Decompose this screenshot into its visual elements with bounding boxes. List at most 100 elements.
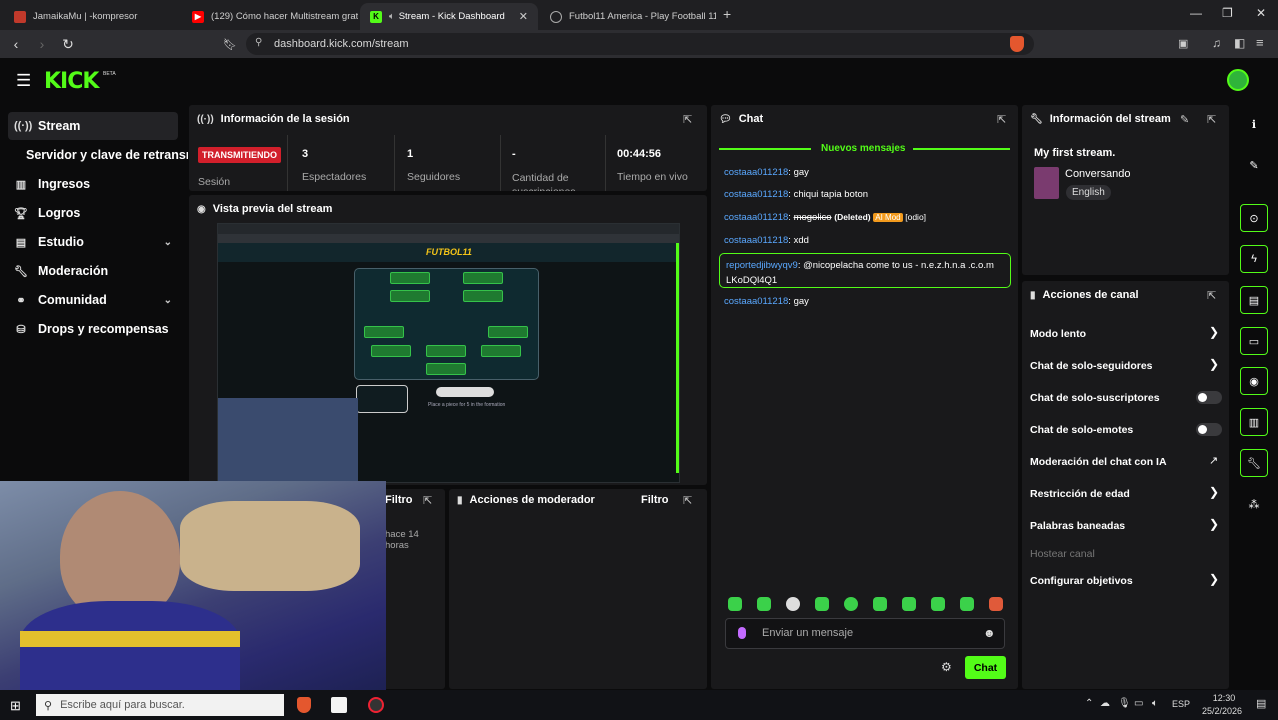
- windows-start-icon[interactable]: ⊞: [10, 698, 21, 714]
- chat-bubble-icon[interactable]: ▭: [1240, 327, 1268, 355]
- forward-icon[interactable]: ›: [31, 33, 53, 55]
- chat-message[interactable]: costaaa011218: gay: [724, 296, 809, 307]
- chat-username[interactable]: reportedjibwyqv9: [726, 260, 798, 271]
- menu-icon[interactable]: ≡: [1256, 35, 1264, 50]
- url-field[interactable]: ⚲ dashboard.kick.com/stream ⇗: [246, 33, 1034, 55]
- site-info-icon[interactable]: ⚲: [255, 37, 262, 48]
- emote-icon[interactable]: [815, 597, 829, 611]
- configure-goals-action[interactable]: Configurar objetivos: [1030, 575, 1133, 587]
- avatar[interactable]: [1227, 69, 1249, 91]
- sidebar-item-drops[interactable]: ⛁ Drops y recompensas: [8, 315, 178, 343]
- emote-icon[interactable]: [728, 597, 742, 611]
- clock-date[interactable]: 25/2/2026: [1196, 706, 1248, 716]
- chat-input[interactable]: Enviar un mensaje ☻: [725, 618, 1005, 649]
- popout-icon[interactable]: ⇱: [1207, 113, 1216, 126]
- chevron-right-icon[interactable]: ❯: [1209, 572, 1219, 586]
- sidebar-item-logros[interactable]: 🏆︎ Logros: [8, 199, 178, 227]
- emote-icon[interactable]: [902, 597, 916, 611]
- chat-message[interactable]: costaaa011218: mogolico (Deleted) AI Mod…: [724, 212, 926, 223]
- sidebar-toggle-icon[interactable]: ◧: [1234, 36, 1245, 50]
- popout-icon[interactable]: ⇱: [683, 113, 692, 126]
- kick-logo[interactable]: KICK: [44, 69, 99, 94]
- explorer-taskbar-icon[interactable]: [331, 697, 347, 713]
- minimize-icon[interactable]: —: [1190, 6, 1202, 20]
- info-icon[interactable]: ℹ: [1240, 110, 1268, 138]
- new-tab-button[interactable]: +: [723, 6, 731, 22]
- followers-only-action[interactable]: Chat de solo-seguidores: [1030, 360, 1153, 372]
- sidebar-item-stream[interactable]: ((·)) Stream: [8, 112, 178, 140]
- chat-username[interactable]: costaaa011218: [724, 296, 788, 307]
- slow-mode-action[interactable]: Modo lento: [1030, 328, 1086, 340]
- emote-icon[interactable]: [931, 597, 945, 611]
- chat-username[interactable]: costaaa011218: [724, 235, 788, 246]
- taskbar-search[interactable]: ⚲ Escribe aquí para buscar.: [36, 694, 284, 716]
- chat-username[interactable]: costaaa011218: [724, 189, 788, 200]
- close-window-icon[interactable]: ✕: [1256, 6, 1266, 20]
- sidebar-item-estudio[interactable]: ▤ Estudio ⌄: [8, 228, 178, 256]
- pencil-icon[interactable]: ✎: [1240, 151, 1268, 179]
- language-indicator[interactable]: ESP: [1172, 699, 1190, 709]
- category-name[interactable]: Conversando: [1065, 168, 1130, 180]
- filter-button[interactable]: Filtro: [641, 494, 669, 506]
- show-hidden-icons[interactable]: ⌃: [1085, 698, 1093, 709]
- chat-message[interactable]: costaaa011218: xdd: [724, 235, 809, 246]
- broadcast-icon[interactable]: ◉: [1240, 367, 1268, 395]
- banned-words-action[interactable]: Palabras baneadas: [1030, 520, 1125, 532]
- chat-message[interactable]: costaaa011218: gay: [724, 167, 809, 178]
- notifications-icon[interactable]: ▤: [1256, 697, 1266, 710]
- document-icon[interactable]: ▤: [1240, 286, 1268, 314]
- brave-taskbar-icon[interactable]: [297, 697, 311, 713]
- reload-icon[interactable]: ↻: [57, 33, 79, 55]
- brave-shield-icon[interactable]: [1010, 36, 1024, 52]
- chat-message-highlighted[interactable]: reportedjibwyqv9: @nicopelacha come to u…: [719, 253, 1011, 288]
- browser-tab[interactable]: JamaikaMu | -kompresor: [4, 3, 182, 30]
- settings-icon[interactable]: ⚙: [941, 660, 952, 674]
- back-icon[interactable]: ‹: [5, 33, 27, 55]
- screenshot-icon[interactable]: ▣: [1178, 37, 1188, 50]
- stream-preview-video[interactable]: FUTBOL11 Place a piece for 5 in the form…: [217, 223, 680, 483]
- popout-icon[interactable]: ⇱: [997, 113, 1006, 126]
- emote-icon[interactable]: [757, 597, 771, 611]
- wrench-icon[interactable]: 🔧︎: [1240, 449, 1268, 477]
- emote-icon[interactable]: [786, 597, 800, 611]
- chat-username[interactable]: costaaa011218: [724, 212, 788, 223]
- bookmark-icon[interactable]: 🔖︎: [219, 33, 241, 55]
- display-icon[interactable]: ▭: [1134, 698, 1143, 709]
- chevron-right-icon[interactable]: ❯: [1209, 325, 1219, 339]
- filter-button[interactable]: Filtro: [385, 494, 413, 506]
- network-icon[interactable]: ☁: [1100, 698, 1110, 709]
- close-tab-icon[interactable]: ✕: [511, 10, 528, 23]
- browser-tab[interactable]: Futbol11 America - Play Football 11: [540, 3, 716, 30]
- browser-tab-active[interactable]: K 🔈︎ Stream - Kick Dashboard ✕: [360, 3, 538, 30]
- popout-icon[interactable]: ⇱: [683, 494, 692, 507]
- browser-tab[interactable]: ▶ (129) Cómo hacer Multistream gratis: [182, 3, 358, 30]
- lightning-icon[interactable]: ϟ: [1240, 245, 1268, 273]
- emote-icon[interactable]: [873, 597, 887, 611]
- chevron-right-icon[interactable]: ❯: [1209, 357, 1219, 371]
- chat-message[interactable]: costaaa011218: chiqui tapia boton: [724, 189, 868, 200]
- sidebar-item-ingresos[interactable]: ▥ Ingresos: [8, 170, 178, 198]
- chat-username[interactable]: costaaa011218: [724, 167, 788, 178]
- emote-icon[interactable]: [960, 597, 974, 611]
- emote-icon[interactable]: [989, 597, 1003, 611]
- age-restriction-action[interactable]: Restricción de edad: [1030, 488, 1130, 500]
- ai-moderation-action[interactable]: Moderación del chat con IA: [1030, 456, 1167, 468]
- sidebar-item-moderacion[interactable]: 🔧︎ Moderación: [8, 257, 178, 285]
- obs-taskbar-icon[interactable]: [368, 697, 384, 713]
- apps-icon[interactable]: ⁂: [1240, 490, 1268, 518]
- chevron-right-icon[interactable]: ❯: [1209, 485, 1219, 499]
- clipboard-icon[interactable]: ▥: [1240, 408, 1268, 436]
- external-link-icon[interactable]: ↗: [1209, 454, 1218, 467]
- clock-time[interactable]: 12:30: [1204, 693, 1244, 703]
- microphone-icon[interactable]: [738, 627, 746, 639]
- emotes-only-toggle[interactable]: [1196, 423, 1222, 436]
- popout-icon[interactable]: ⇱: [1207, 289, 1216, 302]
- media-icon[interactable]: ♫: [1212, 36, 1221, 50]
- emoji-icon[interactable]: ☻: [983, 626, 996, 640]
- target-icon[interactable]: ⊙: [1240, 204, 1268, 232]
- sidebar-item-server-key[interactable]: Servidor y clave de retransmisión: [20, 141, 188, 169]
- sidebar-item-comunidad[interactable]: ⚭ Comunidad ⌄: [8, 286, 178, 314]
- chevron-right-icon[interactable]: ❯: [1209, 517, 1219, 531]
- maximize-icon[interactable]: ❐: [1222, 6, 1233, 20]
- hamburger-icon[interactable]: ☰: [16, 71, 31, 91]
